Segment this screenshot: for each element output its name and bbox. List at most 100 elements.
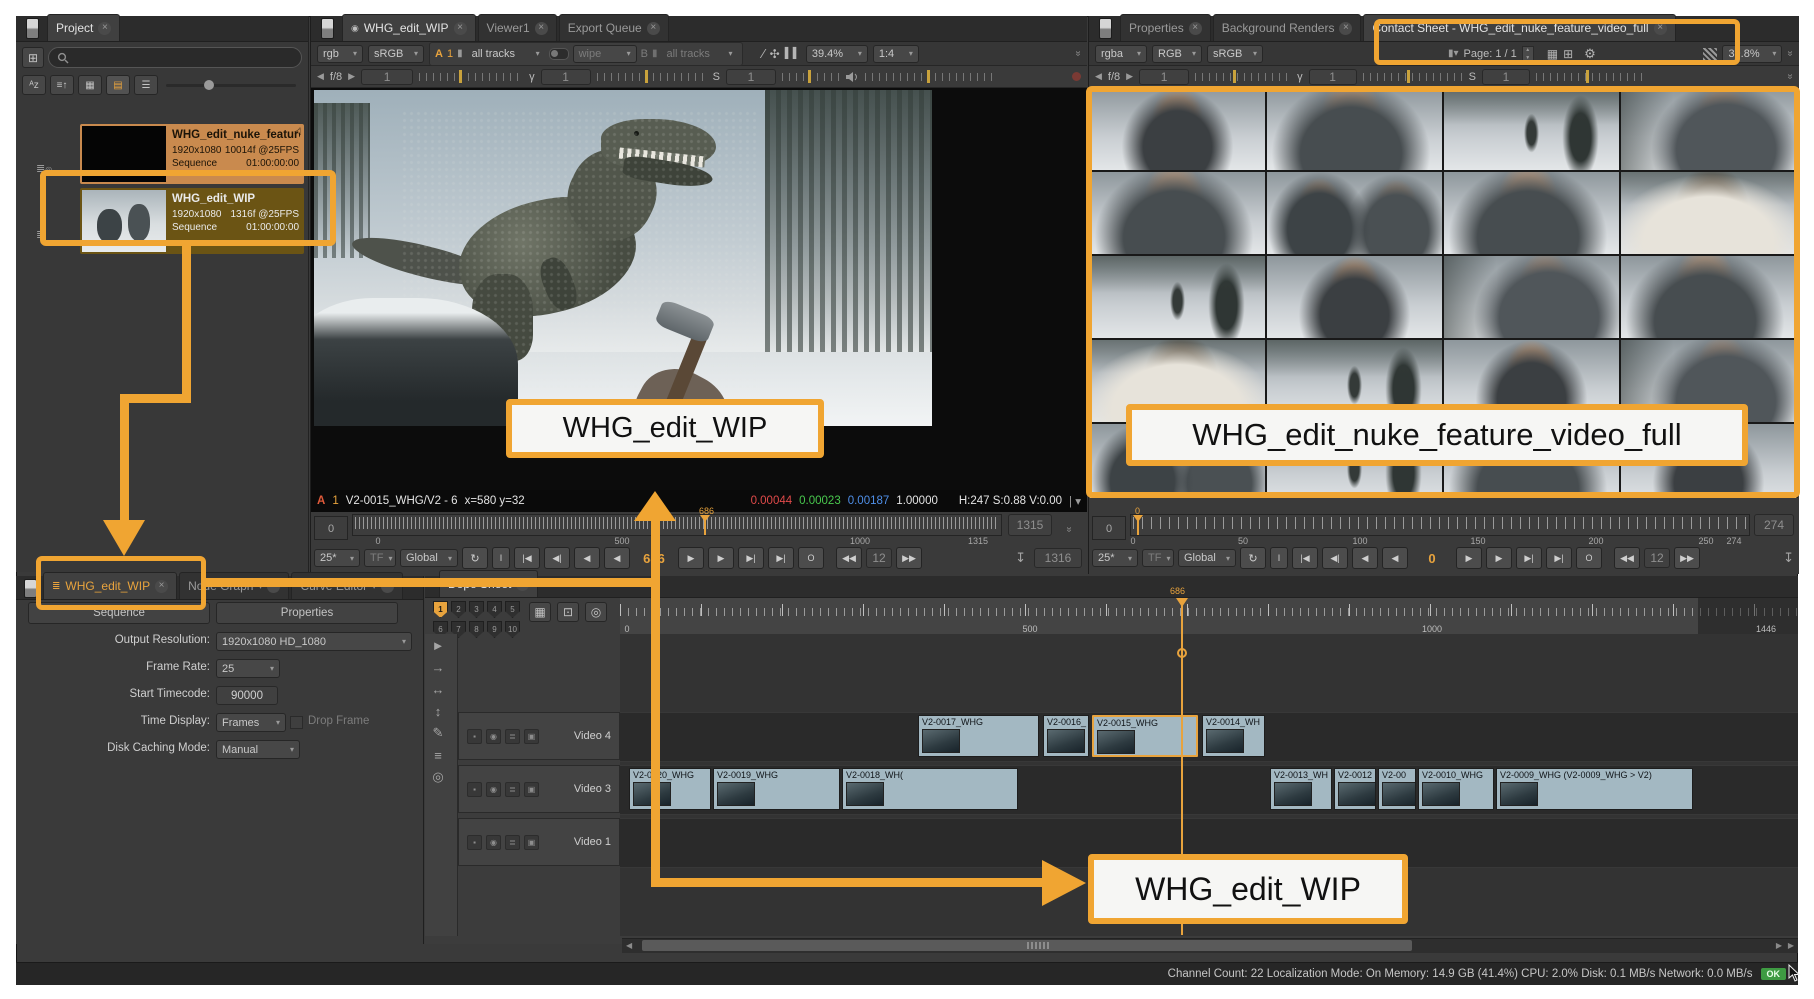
input-b-button[interactable]: B (641, 48, 648, 60)
jump-back-button[interactable]: ◀◀ (1614, 547, 1640, 569)
tab-background-renders[interactable]: Background Renders× (1213, 14, 1362, 41)
timeline-clip[interactable]: V2-0016_ (1043, 715, 1089, 757)
gamma-slider[interactable] (597, 73, 707, 81)
input-a-button[interactable]: A (435, 48, 443, 60)
output-resolution-select[interactable]: 1920x1080 HD_1080 (216, 632, 412, 651)
step-back-button[interactable]: ◀ (574, 547, 600, 569)
layers-tool-icon[interactable]: ≡ (425, 744, 451, 766)
jump-back-button[interactable]: ◀◀ (836, 547, 862, 569)
collapse-chevron-icon[interactable]: » (1063, 527, 1074, 533)
gamma-display-icon[interactable]: ✣ (770, 47, 780, 61)
export-icon[interactable]: ↧ (1015, 550, 1026, 566)
contact-timeline-ruler[interactable] (1130, 514, 1750, 536)
ripple-tool-icon[interactable]: ↕ (425, 700, 451, 722)
step-back-button[interactable]: |◀ (1292, 547, 1318, 569)
wipe-toggle[interactable] (549, 48, 569, 60)
step-forward-button[interactable]: ▶| (1546, 547, 1572, 569)
step-forward-button[interactable]: ▶ (1456, 547, 1482, 569)
close-icon[interactable]: × (1189, 22, 1202, 35)
timeline-clip[interactable]: V2-0009_WHG (V2-0009_WHG > V2) (1496, 768, 1693, 810)
colorspace-dropdown[interactable]: sRGB (368, 45, 424, 63)
gain-field[interactable]: 1 (361, 69, 413, 85)
marker-flag-5[interactable]: 5 (505, 601, 520, 618)
close-icon[interactable]: × (535, 22, 548, 35)
display-dropdown[interactable]: RGB (1152, 45, 1202, 63)
grid-view-icon[interactable]: ▦ (78, 75, 102, 95)
volume-slider[interactable] (865, 73, 995, 81)
contact-out-frame[interactable]: 274 (1754, 514, 1794, 536)
marker-flag-3[interactable]: 3 (469, 601, 484, 618)
collapse-chevron-icon[interactable]: » (1073, 51, 1084, 57)
step-back-button[interactable]: ◀ (1352, 547, 1378, 569)
scroll-right-icon[interactable]: ▶ (1776, 941, 1782, 950)
tab-export-queue[interactable]: Export Queue× (559, 14, 669, 41)
layers-icon[interactable]: ≣ (505, 835, 520, 850)
colorspace-dropdown[interactable]: sRGB (1207, 45, 1263, 63)
frame-increment-field[interactable]: 12 (1644, 548, 1670, 568)
slide-tool-icon[interactable]: ↔ (425, 678, 451, 700)
timeline-clip[interactable]: V2-0013_WH (1270, 768, 1332, 810)
current-frame-field[interactable]: 0 (1412, 551, 1452, 566)
panel-handle-icon[interactable] (26, 18, 39, 39)
fps-dropdown[interactable]: 25* (314, 549, 360, 567)
select-tool-icon[interactable]: ► (425, 634, 451, 656)
prev-stop-icon[interactable]: ◀ (1095, 71, 1102, 82)
proxy-dropdown[interactable]: 1:4 (873, 45, 919, 63)
tab-viewer1[interactable]: Viewer1× (478, 14, 557, 41)
eye-icon[interactable]: ◉ (486, 782, 501, 797)
close-icon[interactable]: × (98, 22, 111, 35)
timeline-clip[interactable]: V2-00 (1378, 768, 1416, 810)
panel-handle-icon[interactable] (321, 18, 334, 39)
tracks-b-dropdown[interactable]: all tracks (661, 45, 737, 63)
wipe-dropdown[interactable]: wipe (573, 45, 637, 63)
mask-icon[interactable]: ▣ (524, 782, 539, 797)
close-icon[interactable]: × (454, 22, 467, 35)
scroll-left-icon[interactable]: ◀ (626, 941, 632, 950)
tab-project[interactable]: Project× (47, 14, 120, 41)
timecode-format-dropdown[interactable]: TF (364, 549, 396, 567)
scrollbar-thumb[interactable] (642, 940, 1412, 951)
start-timecode-input[interactable]: 90000 (216, 686, 278, 705)
marker-flag-4[interactable]: 4 (487, 601, 502, 618)
lock-icon[interactable]: ▪ (467, 782, 482, 797)
step-back-button[interactable]: ◀| (544, 547, 570, 569)
eye-icon[interactable]: ◉ (486, 729, 501, 744)
set-in-button[interactable]: I (492, 547, 510, 569)
timeline-clip[interactable]: V2-0012 (1334, 768, 1376, 810)
close-icon[interactable]: × (1339, 22, 1352, 35)
collapse-chevron-icon[interactable]: » (1785, 74, 1796, 80)
scroll-right-icon[interactable]: ▶ (1788, 941, 1794, 950)
loop-icon[interactable]: ↻ (1240, 547, 1266, 569)
jump-forward-button[interactable]: ▶▶ (896, 547, 922, 569)
track-header-video-1[interactable]: ▪◉≣▣Video 1 (458, 818, 620, 866)
mask-icon[interactable]: ▣ (524, 729, 539, 744)
gamma-field[interactable]: 1 (1309, 69, 1357, 85)
frame-rate-select[interactable]: 25 (216, 659, 280, 678)
step-forward-button[interactable]: ▶| (738, 547, 764, 569)
disk-caching-mode-select[interactable]: Manual (216, 740, 300, 759)
layers-icon[interactable]: ≣ (505, 729, 520, 744)
slider-knob[interactable] (204, 80, 214, 90)
thumbnail-size-slider[interactable] (166, 84, 296, 87)
eye-icon[interactable]: ◉ (486, 835, 501, 850)
slip-tool-icon[interactable]: → (425, 656, 451, 678)
zoom-level-dropdown[interactable]: 39.4% (806, 45, 868, 63)
step-back-button[interactable]: ◀ (604, 547, 630, 569)
step-back-button[interactable]: ◀ (1382, 547, 1408, 569)
subtab-properties[interactable]: Properties (216, 602, 398, 624)
next-stop-icon[interactable]: ▶ (1126, 71, 1133, 82)
detail-view-icon[interactable]: ▤ (106, 75, 130, 95)
set-out-button[interactable]: O (1576, 547, 1602, 569)
frame-increment-field[interactable]: 12 (866, 548, 892, 568)
set-out-button[interactable]: O (798, 547, 824, 569)
sync-target-icon[interactable]: ◎ (585, 602, 607, 622)
marker-flag-1[interactable]: 1 (433, 601, 448, 618)
collapse-chevron-icon[interactable]: » (1785, 51, 1796, 57)
jump-forward-button[interactable]: ▶▶ (1674, 547, 1700, 569)
track-header-video-3[interactable]: ▪◉≣▣Video 3 (458, 765, 620, 813)
saturation-slider[interactable] (782, 73, 840, 81)
timeline-clip[interactable]: V2-0019_WHG (713, 768, 840, 810)
step-forward-button[interactable]: ▶ (1486, 547, 1512, 569)
sync-tool-icon[interactable]: ◎ (425, 766, 451, 788)
track-header-video-4[interactable]: ▪◉≣▣Video 4 (458, 712, 620, 760)
